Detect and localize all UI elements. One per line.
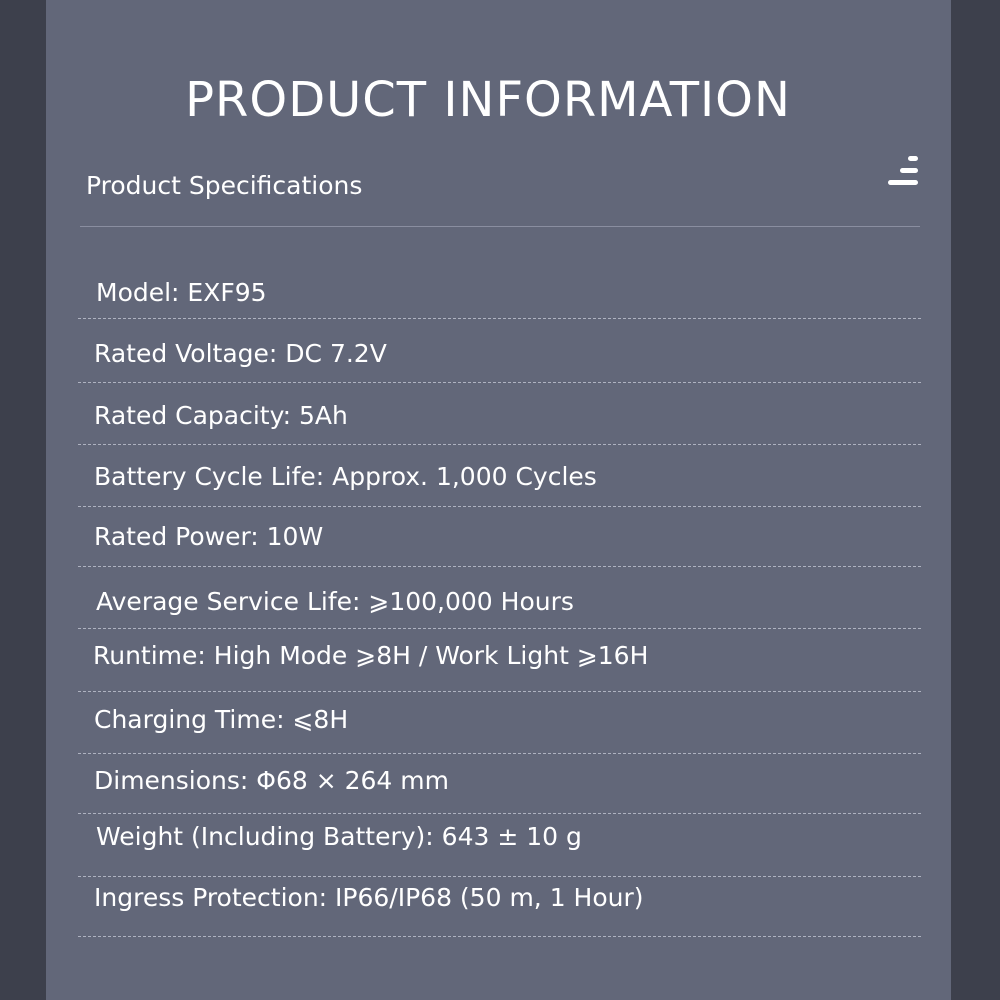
spec-text: Battery Cycle Life: Approx. 1,000 Cycles — [94, 462, 597, 491]
page-title: PRODUCT INFORMATION — [185, 72, 791, 129]
spec-text: Dimensions: Φ68 × 264 mm — [94, 766, 449, 795]
spec-text: Weight (Including Battery): 643 ± 10 g — [96, 822, 582, 851]
spec-row-battery-cycle-life: Battery Cycle Life: Approx. 1,000 Cycles — [78, 444, 921, 507]
section-title: Product Specifications — [86, 171, 363, 200]
spec-text: Rated Capacity: 5Ah — [94, 401, 348, 430]
spec-row-rated-voltage: Rated Voltage: DC 7.2V — [78, 318, 921, 383]
section-header: Product Specifications — [80, 156, 920, 227]
spec-row-average-service-life: Average Service Life: ⩾100,000 Hours — [78, 566, 921, 629]
spec-row-model: Model: EXF95 — [78, 258, 921, 319]
spec-text: Rated Power: 10W — [94, 522, 324, 551]
spec-text: Charging Time: ⩽8H — [94, 705, 349, 734]
spec-row-weight: Weight (Including Battery): 643 ± 10 g — [78, 813, 921, 877]
spec-row-runtime: Runtime: High Mode ⩾8H / Work Light ⩾16H — [78, 628, 921, 692]
spec-text: Rated Voltage: DC 7.2V — [94, 339, 387, 368]
spec-text: Ingress Protection: IP66/IP68 (50 m, 1 H… — [94, 883, 644, 912]
page: PRODUCT INFORMATION Product Specificatio… — [0, 0, 1000, 1000]
spec-row-charging-time: Charging Time: ⩽8H — [78, 691, 921, 754]
spec-text: Average Service Life: ⩾100,000 Hours — [96, 587, 574, 616]
spec-row-rated-power: Rated Power: 10W — [78, 506, 921, 567]
product-info-panel: PRODUCT INFORMATION Product Specificatio… — [46, 0, 951, 1000]
spec-text: Model: EXF95 — [96, 278, 267, 307]
menu-icon[interactable] — [888, 154, 920, 188]
spec-row-ingress-protection: Ingress Protection: IP66/IP68 (50 m, 1 H… — [78, 876, 921, 937]
spec-row-dimensions: Dimensions: Φ68 × 264 mm — [78, 753, 921, 814]
spec-text: Runtime: High Mode ⩾8H / Work Light ⩾16H — [93, 641, 649, 670]
spec-row-rated-capacity: Rated Capacity: 5Ah — [78, 382, 921, 445]
